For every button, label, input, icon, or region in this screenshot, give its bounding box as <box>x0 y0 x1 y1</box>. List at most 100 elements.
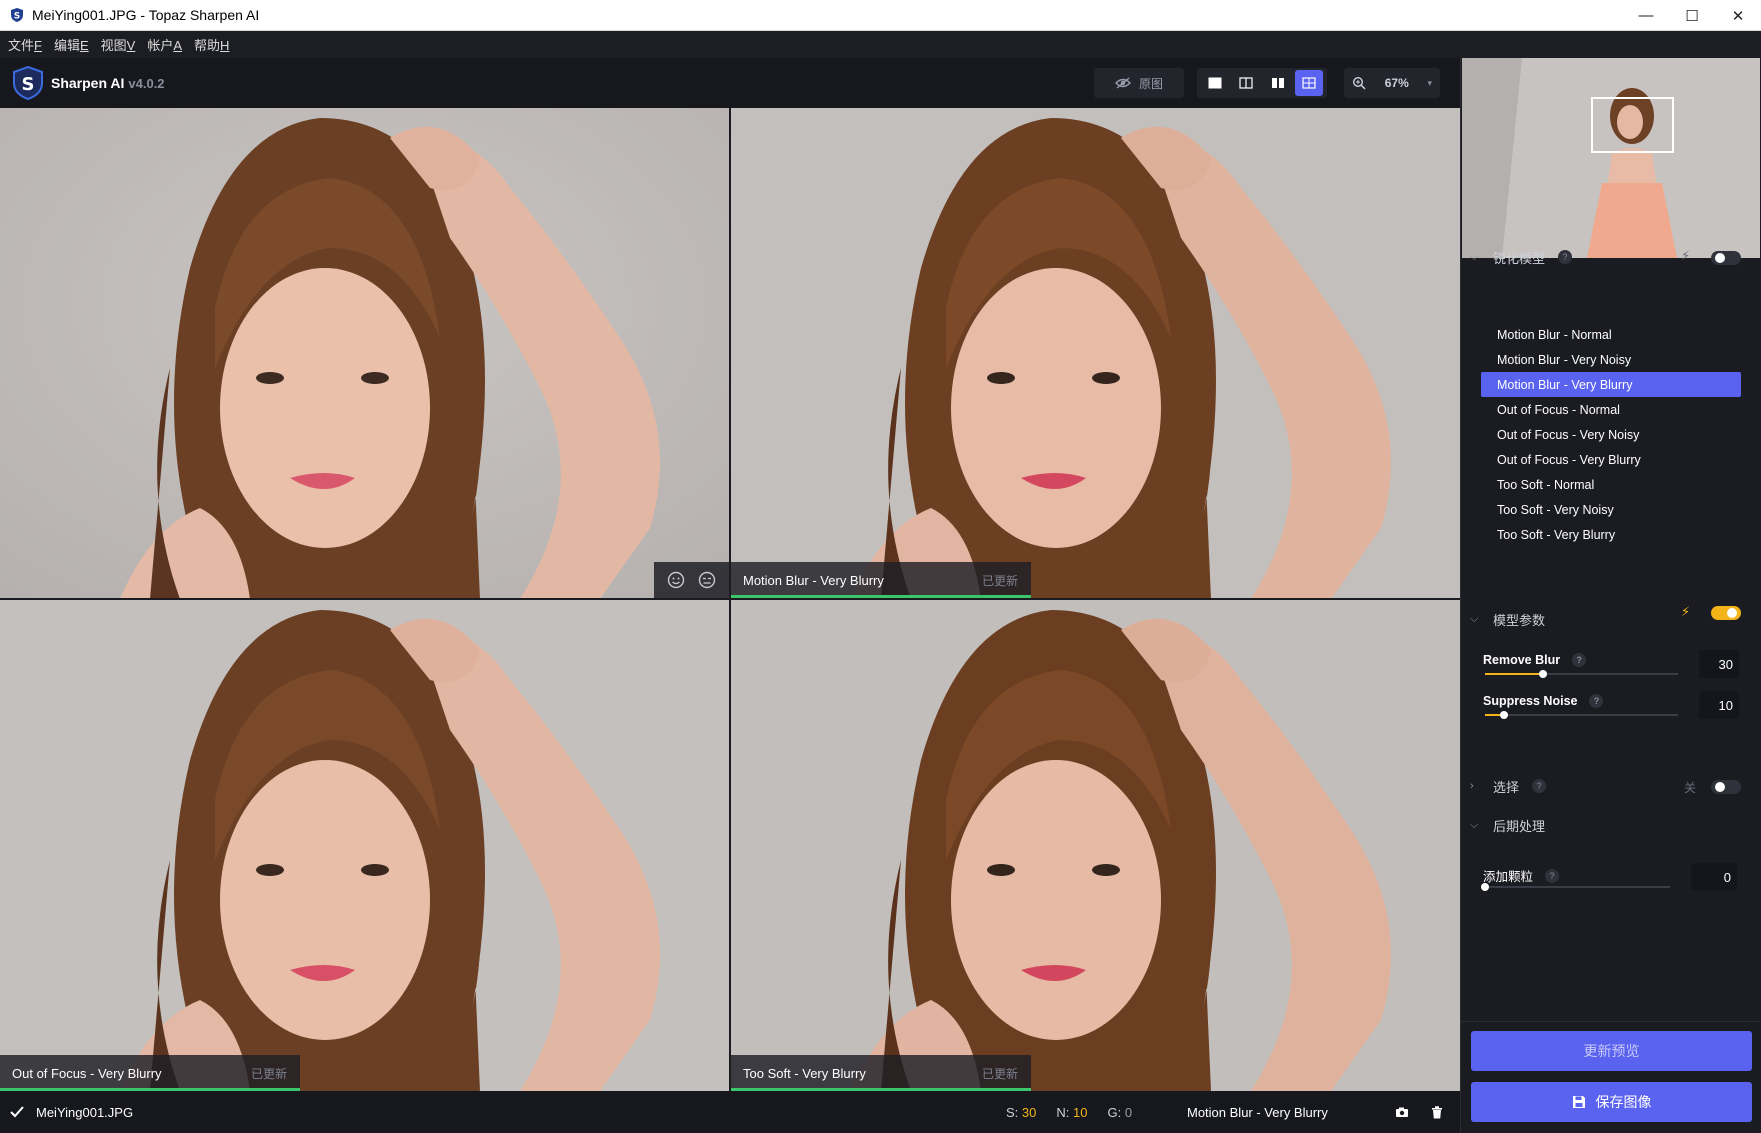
pane-status: 已更新 <box>981 573 1018 588</box>
status-actions <box>1395 1091 1443 1133</box>
camera-icon[interactable] <box>1395 1107 1409 1118</box>
menu-help[interactable]: 帮助H <box>194 35 229 54</box>
preview-pane-original[interactable] <box>0 108 729 598</box>
section-post-processing[interactable]: ⌵ 后期处理 <box>1461 813 1761 837</box>
menu-account[interactable]: 帐户A <box>147 35 182 54</box>
model-item[interactable]: Out of Focus - Very Blurry <box>1481 447 1741 472</box>
preview-pane-2[interactable]: Motion Blur - Very Blurry 已更新 <box>731 108 1460 598</box>
navigator-thumbnail[interactable] <box>1462 58 1760 258</box>
current-model-name: Motion Blur - Very Blurry <box>1187 1104 1328 1120</box>
model-item[interactable]: Motion Blur - Very Noisy <box>1481 347 1741 372</box>
pane-label: Motion Blur - Very Blurry 已更新 <box>731 562 1031 598</box>
view-mode-group <box>1197 68 1327 98</box>
slider-track[interactable] <box>1485 670 1678 678</box>
auto-model-toggle[interactable] <box>1711 251 1741 265</box>
file-name[interactable]: MeiYing001.JPG <box>36 1105 133 1120</box>
preview-pane-4[interactable]: Too Soft - Very Blurry 已更新 <box>731 600 1460 1091</box>
face-smile-icon[interactable] <box>667 571 685 589</box>
param-summary: S: 30 N: 10 G: 0 <box>1006 1091 1152 1133</box>
trash-icon[interactable] <box>1431 1105 1443 1119</box>
pane-label: Too Soft - Very Blurry 已更新 <box>731 1055 1031 1091</box>
portrait-photo <box>0 600 729 1091</box>
model-item[interactable]: Too Soft - Normal <box>1481 472 1741 497</box>
zoom-control[interactable]: 67% ▾ <box>1344 68 1440 98</box>
svg-text:S: S <box>22 74 35 95</box>
auto-bolt-icon: ⚡ <box>1681 604 1691 619</box>
check-icon[interactable] <box>10 1106 24 1118</box>
app-version: v4.0.2 <box>128 75 165 91</box>
model-item[interactable]: Out of Focus - Very Noisy <box>1481 422 1741 447</box>
model-item-selected[interactable]: Motion Blur - Very Blurry <box>1481 372 1741 397</box>
section-title: 模型参数 <box>1493 612 1546 628</box>
svg-text:S: S <box>14 12 20 22</box>
remove-blur-value[interactable]: 30 <box>1699 650 1739 678</box>
face-neutral-icon[interactable] <box>698 571 716 589</box>
section-title: 选择 <box>1493 779 1520 795</box>
divider <box>1461 1021 1761 1022</box>
slider-track[interactable] <box>1481 883 1670 891</box>
help-icon[interactable]: ? <box>1589 694 1604 708</box>
add-grain-label: 添加颗粒 <box>1483 870 1534 884</box>
suppress-noise-value[interactable]: 10 <box>1699 691 1739 719</box>
sharpen-ai-window: S MeiYing001.JPG - Topaz Sharpen AI — ☐ … <box>0 0 1761 1133</box>
preview-pane-3[interactable]: Out of Focus - Very Blurry 已更新 <box>0 600 729 1091</box>
close-button[interactable]: ✕ <box>1715 0 1761 31</box>
slider-thumb[interactable] <box>1538 670 1547 678</box>
single-view-icon <box>1208 77 1222 89</box>
help-icon[interactable]: ? <box>1572 653 1587 667</box>
auto-params-toggle[interactable] <box>1711 606 1741 620</box>
help-icon[interactable]: ? <box>1545 868 1560 883</box>
chevron-down-icon: ▾ <box>1427 77 1432 88</box>
menu-bar: 文件F 编辑E 视图V 帐户A 帮助H <box>0 31 1761 58</box>
save-disk-icon <box>1572 1096 1585 1108</box>
pane-model-name: Too Soft - Very Blurry <box>743 1065 866 1081</box>
selection-toggle[interactable] <box>1711 780 1741 794</box>
settings-panel: ⌵ 锐化模型 ? ⚡ Motion Blur - Normal Motion B… <box>1460 58 1761 1133</box>
pane-status: 已更新 <box>981 1066 1018 1081</box>
help-icon[interactable]: ? <box>1532 779 1547 793</box>
window-title: MeiYing001.JPG - Topaz Sharpen AI <box>32 7 260 23</box>
chevron-right-icon: › <box>1470 780 1474 792</box>
pane-label: Out of Focus - Very Blurry 已更新 <box>0 1055 300 1091</box>
update-preview-button[interactable]: 更新预览 <box>1471 1031 1752 1071</box>
single-view-button[interactable] <box>1201 70 1229 96</box>
split-view-icon <box>1239 77 1253 89</box>
slider-thumb[interactable] <box>1500 711 1509 719</box>
quad-view-button[interactable] <box>1294 70 1323 96</box>
portrait-photo <box>731 108 1460 598</box>
original-label: 原图 <box>1138 76 1163 91</box>
pane-model-name: Motion Blur - Very Blurry <box>743 572 884 588</box>
suppress-noise-label: Suppress Noise <box>1483 694 1578 708</box>
menu-view[interactable]: 视图V <box>101 35 136 54</box>
navigator-view-frame[interactable] <box>1591 97 1674 153</box>
navigator-photo <box>1462 58 1760 258</box>
model-item[interactable]: Too Soft - Very Noisy <box>1481 497 1741 522</box>
side-by-side-icon <box>1271 78 1284 88</box>
save-image-button[interactable]: 保存图像 <box>1471 1082 1752 1122</box>
split-view-button[interactable] <box>1232 70 1260 96</box>
face-tools <box>654 562 729 598</box>
menu-file[interactable]: 文件F <box>8 35 42 54</box>
app-header: S Sharpen AI v4.0.2 原图 67% ▾ <box>0 58 1460 108</box>
portrait-photo <box>731 600 1460 1091</box>
menu-edit[interactable]: 编辑E <box>54 35 89 54</box>
show-original-button[interactable]: 原图 <box>1094 68 1184 98</box>
eye-off-icon <box>1114 77 1131 89</box>
side-by-side-button[interactable] <box>1264 70 1292 96</box>
quad-view-icon <box>1302 77 1316 89</box>
minimize-button[interactable]: — <box>1623 0 1669 31</box>
selection-state: 关 <box>1684 781 1697 795</box>
add-grain-value[interactable]: 0 <box>1691 863 1737 891</box>
zoom-in-icon <box>1352 76 1366 90</box>
zoom-level: 67% <box>1384 76 1409 90</box>
maximize-button[interactable]: ☐ <box>1669 0 1715 31</box>
model-item[interactable]: Out of Focus - Normal <box>1481 397 1741 422</box>
slider-thumb[interactable] <box>1481 883 1489 891</box>
section-title: 锐化模型 <box>1493 250 1546 266</box>
model-item[interactable]: Too Soft - Very Blurry <box>1481 522 1741 547</box>
title-bar: S MeiYing001.JPG - Topaz Sharpen AI — ☐ … <box>0 0 1761 31</box>
help-icon[interactable]: ? <box>1558 250 1573 264</box>
update-progress-bar <box>731 595 1031 598</box>
model-item[interactable]: Motion Blur - Normal <box>1481 322 1741 347</box>
slider-track[interactable] <box>1485 711 1678 719</box>
